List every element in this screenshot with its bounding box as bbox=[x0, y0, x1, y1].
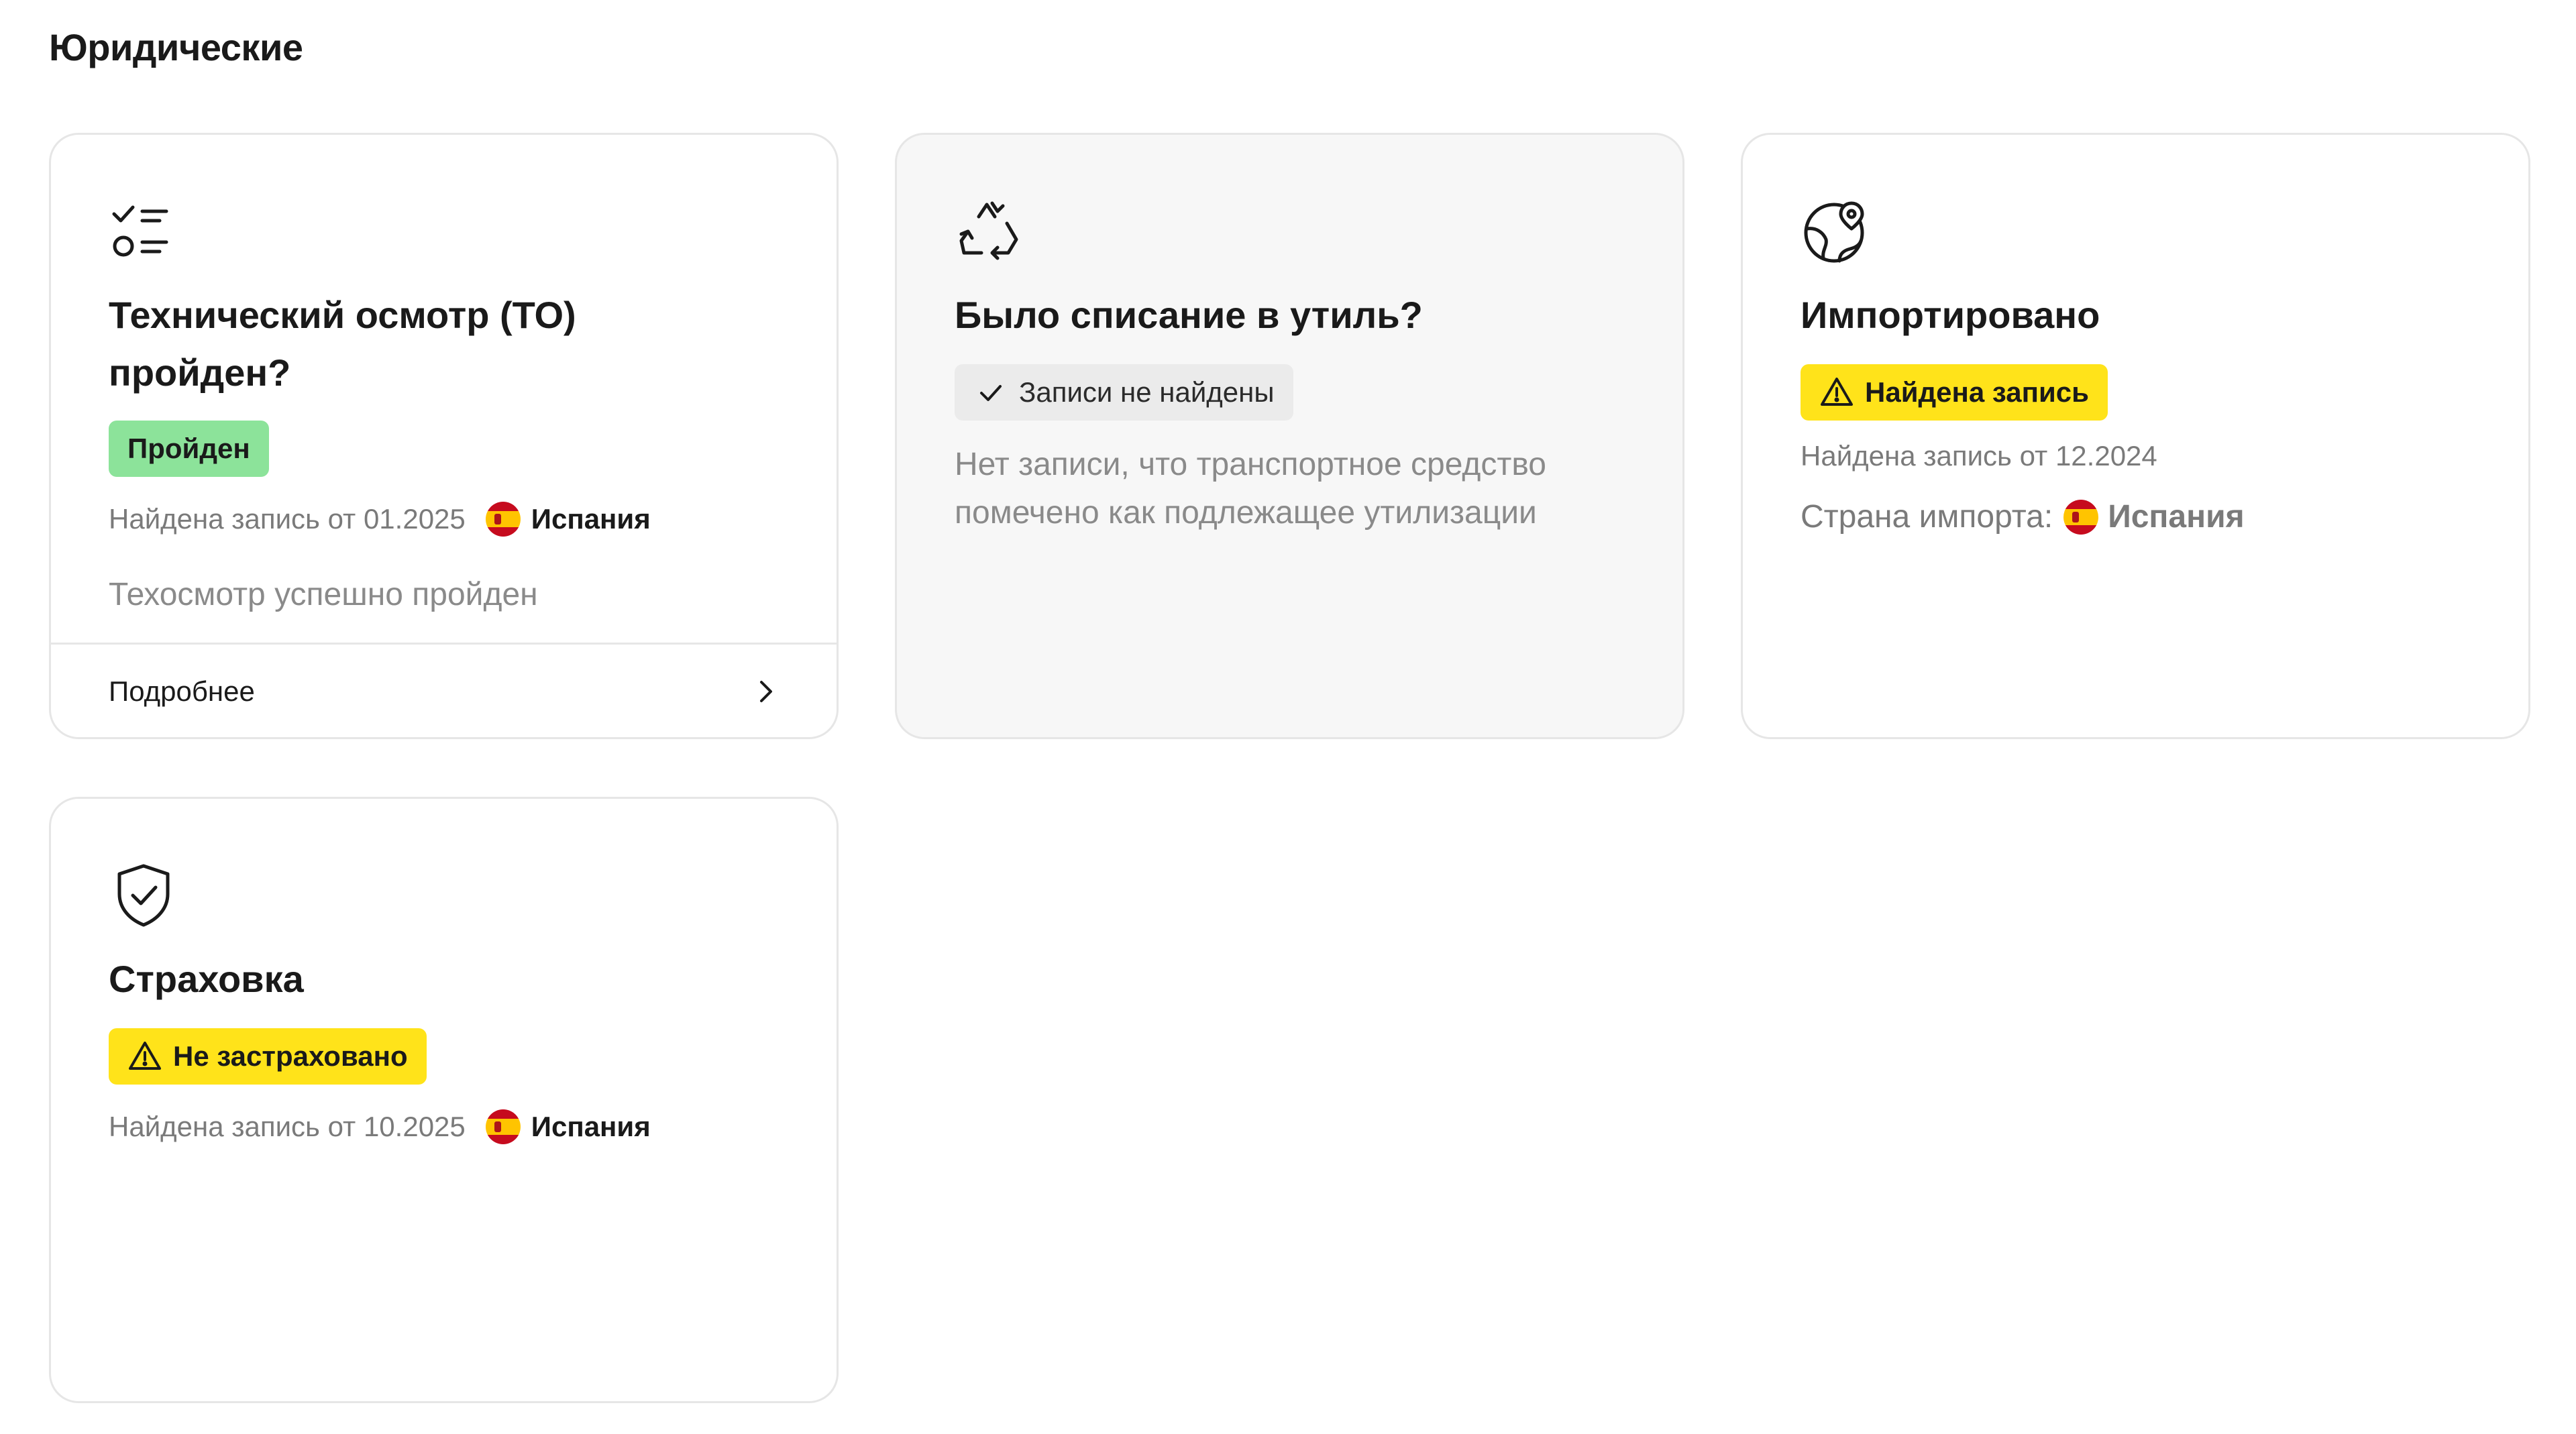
country-name: Испания bbox=[2108, 499, 2245, 535]
warning-icon bbox=[1819, 375, 1854, 410]
card-title: Страховка bbox=[109, 958, 304, 1000]
card-description: Нет записи, что транспортное средство по… bbox=[955, 441, 1546, 537]
card-title: Было списание в утиль? bbox=[955, 294, 1423, 336]
record-date: Найдена запись от 12.2024 bbox=[1801, 440, 2157, 472]
card-title-line: пройден? bbox=[109, 351, 291, 394]
country-name: Испания bbox=[531, 503, 651, 535]
imported-card: Импортировано Найдена запись Найдена зап… bbox=[1741, 133, 2530, 739]
warning-icon bbox=[127, 1039, 162, 1074]
chevron-right-icon bbox=[760, 681, 772, 702]
status-badge: Найдена запись bbox=[1801, 364, 2108, 421]
card-title: Импортировано bbox=[1801, 294, 2100, 336]
insurance-card: Страховка Не застраховано Найдена запись… bbox=[49, 797, 839, 1403]
country-name: Испания bbox=[531, 1111, 651, 1142]
description-line: помечено как подлежащее утилизации bbox=[955, 495, 1537, 531]
country-label: Страна импорта: bbox=[1801, 499, 2053, 535]
spain-flag-icon bbox=[485, 502, 521, 537]
status-badge-label: Записи не найдены bbox=[1019, 376, 1275, 408]
status-badge: Записи не найдены bbox=[955, 364, 1293, 421]
recycle-icon bbox=[955, 197, 1024, 266]
status-badge: Не застраховано bbox=[109, 1028, 427, 1085]
status-badge-label: Пройден bbox=[127, 433, 250, 464]
record-line: Найдена запись от 10.2025 Испания bbox=[109, 1109, 651, 1144]
legal-section: Юридические Технический осмотр (ТО) прой… bbox=[0, 0, 2576, 1434]
section-title: Юридические bbox=[49, 26, 303, 68]
spain-flag-icon bbox=[485, 1109, 521, 1144]
spain-flag-icon bbox=[2063, 499, 2099, 535]
description-line: Нет записи, что транспортное средство bbox=[955, 447, 1546, 482]
import-country-line: Страна импорта: Испания bbox=[1801, 498, 2245, 535]
card-description: Техосмотр успешно пройден bbox=[109, 577, 538, 612]
checklist-icon bbox=[109, 197, 178, 266]
card-title: Технический осмотр (ТО) пройден? bbox=[109, 286, 576, 402]
status-badge-label: Не застраховано bbox=[173, 1040, 408, 1072]
record-line: Найдена запись от 01.2025 Испания bbox=[109, 502, 651, 537]
check-icon bbox=[973, 375, 1008, 410]
more-link[interactable]: Подробнее bbox=[109, 645, 779, 737]
more-link-label: Подробнее bbox=[109, 675, 255, 707]
scrap-card: Было списание в утиль? Записи не найдены… bbox=[895, 133, 1684, 739]
globe-pin-icon bbox=[1801, 197, 1870, 266]
record-date: Найдена запись от 10.2025 bbox=[109, 1111, 466, 1142]
inspection-card: Технический осмотр (ТО) пройден? Пройден… bbox=[49, 133, 839, 739]
record-date: Найдена запись от 01.2025 bbox=[109, 503, 466, 535]
status-badge: Пройден bbox=[109, 421, 269, 477]
card-title-line: Технический осмотр (ТО) bbox=[109, 294, 576, 336]
shield-check-icon bbox=[109, 861, 178, 930]
status-badge-label: Найдена запись bbox=[1865, 376, 2089, 408]
